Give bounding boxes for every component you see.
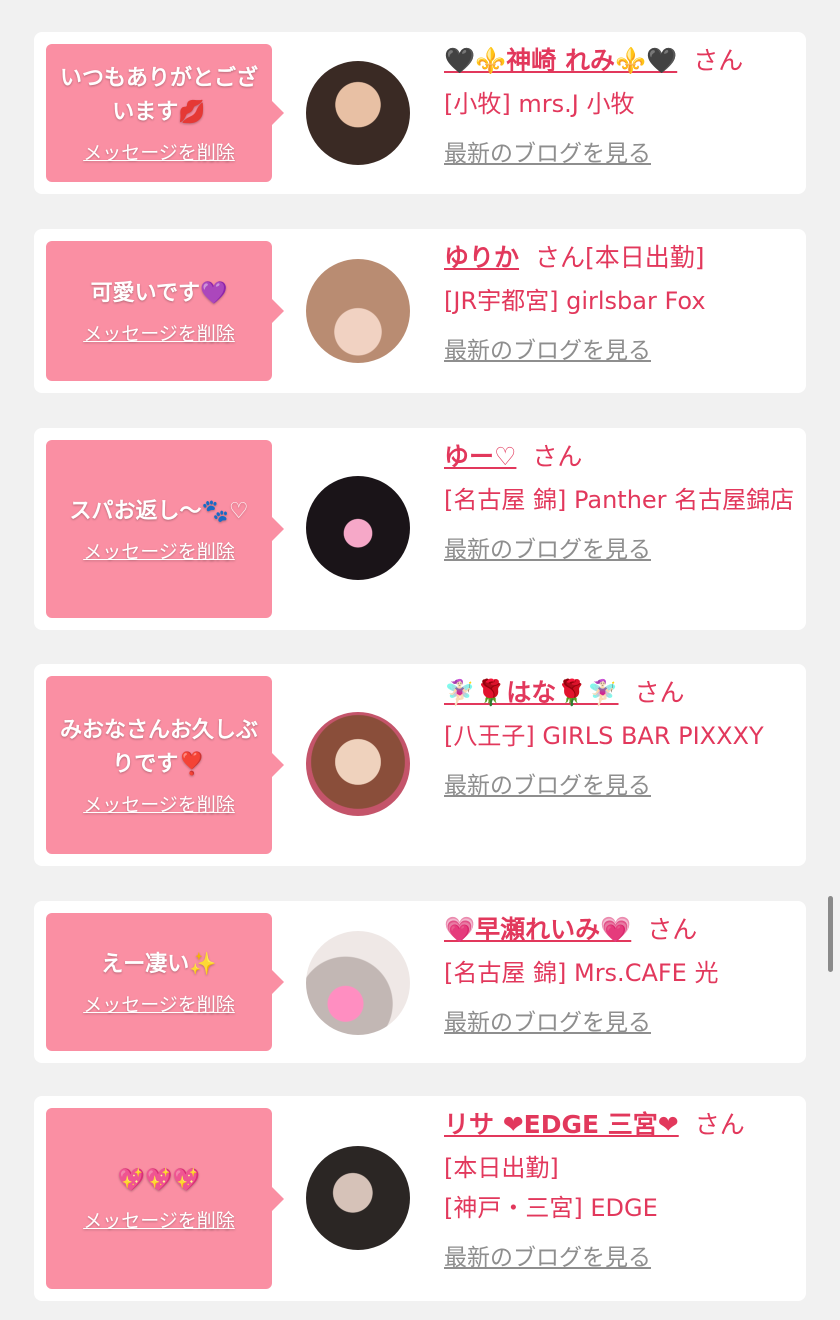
profile-info: 💗早瀬れいみ💗 さん [名古屋 錦] Mrs.CAFE 光最新のブログを見る xyxy=(444,913,798,1037)
scrollbar[interactable] xyxy=(828,896,833,972)
avatar[interactable] xyxy=(306,259,410,363)
message-text: スパお返し〜🐾♡ xyxy=(69,498,249,524)
delete-message-link[interactable]: メッセージを削除 xyxy=(83,1206,235,1233)
message-bubble: 💖💖💖 メッセージを削除 xyxy=(46,1108,284,1289)
shop-name: [八王子] GIRLS BAR PIXXXY xyxy=(444,722,764,750)
avatar[interactable] xyxy=(306,476,410,580)
message-bubble: えー凄い✨ メッセージを削除 xyxy=(46,913,284,1051)
shop-name: [本日出勤] [神戸・三宮] EDGE xyxy=(444,1154,658,1222)
message-bubble: スパお返し〜🐾♡ メッセージを削除 xyxy=(46,440,284,618)
profile-name-link[interactable]: 🧚🏻‍♀️🌹はな🌹🧚🏻‍♀️ xyxy=(444,678,619,707)
message-text: いつもありがとございます💋 xyxy=(59,65,258,125)
profile-name-link[interactable]: 🖤⚜️神崎 れみ⚜️🖤 xyxy=(444,46,677,75)
honorific-label: さん xyxy=(693,46,744,75)
honorific-label: さん xyxy=(694,1110,745,1139)
profile-info: 🧚🏻‍♀️🌹はな🌹🧚🏻‍♀️ さん [八王子] GIRLS BAR PIXXXY 最新… xyxy=(444,676,798,800)
attendance-tag: [本日出勤] xyxy=(585,243,705,272)
message-text: 💖💖💖 xyxy=(117,1168,201,1193)
name-line: 💗早瀬れいみ💗 さん xyxy=(444,913,798,947)
shop-name: [名古屋 錦] Panther 名古屋錦店 xyxy=(444,486,795,514)
profile-info: ゆりか さん[本日出勤] [JR宇都宮] girlsbar Fox 最新のブログを見る xyxy=(444,241,798,365)
latest-blog-link[interactable]: 最新のブログを見る xyxy=(444,1003,651,1037)
profile-info: 🖤⚜️神崎 れみ⚜️🖤 さん [小牧] mrs.J 小牧最新のブログを見る xyxy=(444,44,798,168)
message-text: みおなさんお久しぶりです❣️ xyxy=(59,717,258,777)
avatar[interactable] xyxy=(306,712,410,816)
message-bubble: みおなさんお久しぶりです❣️ メッセージを削除 xyxy=(46,676,284,854)
profile-name-link[interactable]: ゆー♡ xyxy=(444,442,516,471)
latest-blog-link[interactable]: 最新のブログを見る xyxy=(444,331,651,365)
shop-name: [JR宇都宮] girlsbar Fox xyxy=(444,287,706,315)
message-card: スパお返し〜🐾♡ メッセージを削除 ゆー♡ さん [名古屋 錦] Panther 名古屋… xyxy=(34,428,806,630)
shop-name: [小牧] mrs.J 小牧 xyxy=(444,90,635,118)
honorific-label: さん xyxy=(647,915,698,944)
profile-info: ゆー♡ さん [名古屋 錦] Panther 名古屋錦店最新のブログを見る xyxy=(444,440,798,564)
delete-message-link[interactable]: メッセージを削除 xyxy=(83,790,235,817)
name-line: 🖤⚜️神崎 れみ⚜️🖤 さん xyxy=(444,44,798,78)
latest-blog-link[interactable]: 最新のブログを見る xyxy=(444,530,651,564)
message-card: えー凄い✨ メッセージを削除 💗早瀬れいみ💗 さん [名古屋 錦] Mrs.CAFE 光… xyxy=(34,901,806,1063)
profile-name-link[interactable]: リサ ❤EDGE 三宮❤ xyxy=(444,1110,679,1139)
delete-message-link[interactable]: メッセージを削除 xyxy=(83,319,235,346)
message-text: えー凄い✨ xyxy=(101,951,217,977)
name-line: ゆー♡ さん xyxy=(444,440,798,474)
latest-blog-link[interactable]: 最新のブログを見る xyxy=(444,134,651,168)
honorific-label: さん xyxy=(532,442,583,471)
message-card: 💖💖💖 メッセージを削除 リサ ❤EDGE 三宮❤ さん [本日出勤] [神戸・三宮] … xyxy=(34,1096,806,1301)
shop-name: [名古屋 錦] Mrs.CAFE 光 xyxy=(444,959,719,987)
message-bubble: いつもありがとございます💋 メッセージを削除 xyxy=(46,44,284,182)
message-card: いつもありがとございます💋 メッセージを削除 🖤⚜️神崎 れみ⚜️🖤 さん [小牧] m… xyxy=(34,32,806,194)
message-bubble: 可愛いです💜 メッセージを削除 xyxy=(46,241,284,381)
message-list: いつもありがとございます💋 メッセージを削除 🖤⚜️神崎 れみ⚜️🖤 さん [小牧] m… xyxy=(0,0,840,1320)
avatar[interactable] xyxy=(306,931,410,1035)
avatar[interactable] xyxy=(306,1146,410,1250)
delete-message-link[interactable]: メッセージを削除 xyxy=(83,138,235,165)
profile-name-link[interactable]: 💗早瀬れいみ💗 xyxy=(444,915,631,944)
name-line: 🧚🏻‍♀️🌹はな🌹🧚🏻‍♀️ さん xyxy=(444,676,798,710)
latest-blog-link[interactable]: 最新のブログを見る xyxy=(444,766,651,800)
profile-info: リサ ❤EDGE 三宮❤ さん [本日出勤] [神戸・三宮] EDGE 最新のブログを… xyxy=(444,1108,798,1272)
avatar[interactable] xyxy=(306,61,410,165)
name-line: リサ ❤EDGE 三宮❤ さん xyxy=(444,1108,798,1142)
latest-blog-link[interactable]: 最新のブログを見る xyxy=(444,1238,651,1272)
honorific-label: さん xyxy=(634,678,685,707)
name-line: ゆりか さん[本日出勤] xyxy=(444,241,798,275)
delete-message-link[interactable]: メッセージを削除 xyxy=(83,537,235,564)
profile-name-link[interactable]: ゆりか xyxy=(444,243,519,272)
message-card: 可愛いです💜 メッセージを削除 ゆりか さん[本日出勤] [JR宇都宮] girlsba… xyxy=(34,229,806,393)
delete-message-link[interactable]: メッセージを削除 xyxy=(83,990,235,1017)
message-text: 可愛いです💜 xyxy=(90,280,228,306)
honorific-label: さん xyxy=(535,243,586,272)
message-card: みおなさんお久しぶりです❣️ メッセージを削除 🧚🏻‍♀️🌹はな🌹🧚🏻‍♀️ さん [八… xyxy=(34,664,806,866)
